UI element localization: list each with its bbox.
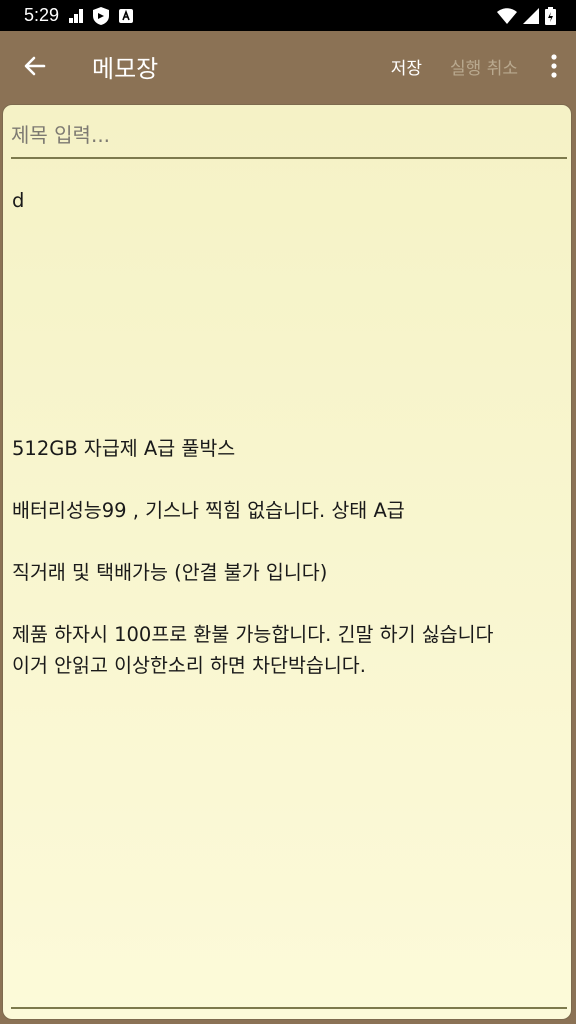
battery-icon	[545, 6, 556, 25]
save-button[interactable]: 저장	[377, 54, 436, 79]
back-button[interactable]	[0, 31, 70, 101]
undo-button[interactable]: 실행 취소	[436, 54, 532, 79]
status-time: 5:29	[24, 5, 60, 25]
shield-vpn-icon	[93, 6, 110, 25]
note-body-textarea[interactable]: d 512GB 자급제 A급 풀박스 배터리성능99 , 기스나 찍힘 없습니다…	[12, 185, 568, 681]
page-title: 메모장	[92, 54, 159, 83]
status-right	[497, 6, 556, 25]
more-vert-icon	[551, 54, 557, 78]
status-bar: 5:29	[0, 0, 576, 31]
note-bottom-divider	[11, 1007, 567, 1009]
wifi-icon	[497, 7, 517, 24]
notification-bars-icon	[69, 8, 84, 23]
app-a-icon	[119, 8, 134, 23]
status-left: 5:29	[24, 5, 134, 26]
app-bar: 메모장 저장 실행 취소	[0, 31, 576, 101]
note-title-input[interactable]	[11, 119, 567, 159]
note-paper: d 512GB 자급제 A급 풀박스 배터리성능99 , 기스나 찍힘 없습니다…	[2, 104, 572, 1020]
overflow-menu-button[interactable]	[532, 31, 576, 101]
signal-icon	[523, 7, 539, 24]
arrow-back-icon	[24, 56, 46, 76]
